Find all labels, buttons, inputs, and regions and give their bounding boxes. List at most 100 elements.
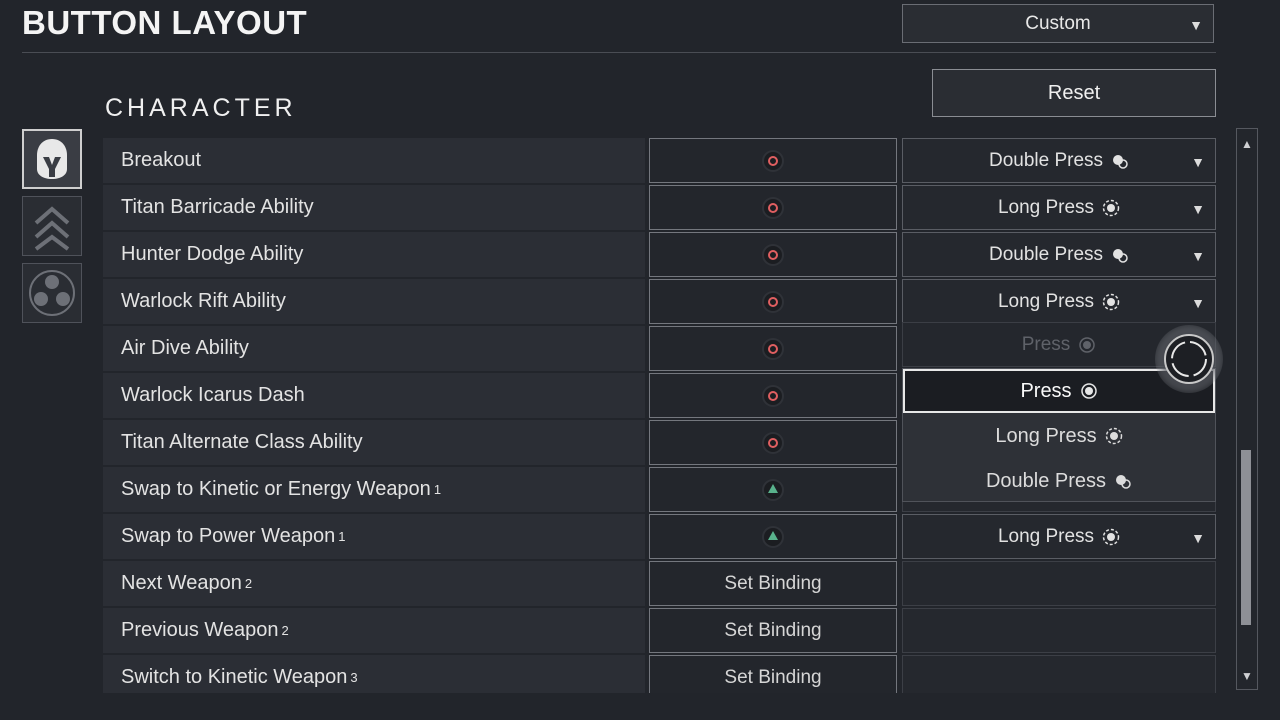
action-name: Hunter Dodge Ability	[121, 243, 304, 265]
category-tab-ranks[interactable]	[22, 196, 82, 256]
section-heading: CHARACTER	[105, 94, 297, 122]
header-divider	[22, 52, 1216, 53]
long-press-icon	[1102, 293, 1120, 310]
action-name: Warlock Rift Ability	[121, 290, 286, 312]
chevron-down-icon: ▼	[1191, 153, 1205, 170]
binding-button[interactable]	[649, 467, 897, 512]
press-type-dropdown[interactable]: Long Press ▼	[902, 279, 1216, 324]
action-name: Warlock Icarus Dash	[121, 384, 305, 406]
long-press-icon	[1102, 199, 1120, 216]
binding-row: Warlock Rift Ability Long Press ▼	[103, 279, 1218, 324]
press-type-label: Long Press	[997, 196, 1095, 218]
long-press-icon	[1102, 528, 1120, 545]
circle-button-icon	[764, 292, 782, 311]
scroll-down-icon[interactable]: ▼	[1238, 668, 1256, 684]
action-name: Next Weapon	[121, 572, 242, 594]
category-tab-character[interactable]	[22, 129, 82, 189]
action-name: Swap to Power Weapon	[121, 525, 336, 547]
footnote-marker: 1	[433, 482, 442, 497]
cursor-icon	[1155, 325, 1223, 393]
triangle-button-icon	[764, 480, 782, 499]
set-binding-label: Set Binding	[724, 666, 822, 688]
footnote-marker: 2	[244, 576, 253, 591]
binding-row: Titan Barricade Ability Long Press ▼	[103, 185, 1218, 230]
footnote-marker: 3	[350, 670, 358, 685]
circle-button-icon	[764, 245, 782, 264]
set-binding-label: Set Binding	[724, 572, 822, 594]
option-label: Press	[1020, 379, 1072, 402]
chevrons-icon	[34, 206, 70, 251]
option-label: Double Press	[985, 469, 1107, 492]
scrollbar-thumb[interactable]	[1241, 450, 1251, 625]
action-label: Hunter Dodge Ability	[103, 232, 645, 277]
binding-button[interactable]	[649, 514, 897, 559]
press-icon	[1080, 383, 1097, 399]
helmet-icon	[37, 139, 67, 179]
binding-row: Switch to Kinetic Weapon 3 Set Binding	[103, 655, 1218, 693]
action-label: Swap to Kinetic or Energy Weapon 1	[103, 467, 645, 512]
set-binding-label: Set Binding	[724, 619, 822, 641]
press-type-dropdown	[902, 655, 1216, 693]
chevron-down-icon: ▼	[1191, 529, 1205, 546]
menu-option-long-press[interactable]: Long Press	[903, 414, 1215, 458]
binding-button[interactable]	[649, 420, 897, 465]
press-type-dropdown[interactable]: Long Press ▼	[902, 514, 1216, 559]
action-label: Swap to Power Weapon 1	[103, 514, 645, 559]
press-type-dropdown[interactable]: Double Press ▼	[902, 232, 1216, 277]
menu-option-double-press[interactable]: Double Press	[903, 459, 1215, 503]
action-name: Titan Alternate Class Ability	[121, 431, 363, 453]
binding-button[interactable]	[649, 326, 897, 371]
page-title: BUTTON LAYOUT	[22, 4, 308, 41]
double-press-icon	[1113, 248, 1128, 263]
action-label: Breakout	[103, 138, 645, 183]
binding-button[interactable]: Set Binding	[649, 561, 897, 606]
action-name: Breakout	[121, 149, 202, 171]
category-tab-abilities[interactable]	[22, 263, 82, 323]
action-label: Warlock Icarus Dash	[103, 373, 645, 418]
binding-row: Swap to Power Weapon 1 Long Press ▼	[103, 514, 1218, 559]
binding-button[interactable]	[649, 373, 897, 418]
binding-button[interactable]	[649, 279, 897, 324]
press-type-label: Long Press	[997, 290, 1095, 312]
ability-circles-icon	[29, 270, 75, 316]
action-label: Previous Weapon 2	[103, 608, 645, 653]
footnote-marker: 1	[338, 529, 346, 544]
circle-button-icon	[764, 339, 782, 358]
binding-button[interactable]: Set Binding	[649, 608, 897, 653]
press-icon	[1079, 336, 1096, 353]
binding-row: Previous Weapon 2 Set Binding	[103, 608, 1218, 653]
reset-button[interactable]: Reset	[932, 69, 1216, 117]
binding-button[interactable]: Set Binding	[649, 655, 897, 693]
triangle-button-icon	[764, 527, 782, 546]
press-type-dropdown	[902, 561, 1216, 606]
press-type-label: Double Press	[988, 149, 1104, 171]
action-label: Next Weapon 2	[103, 561, 645, 606]
press-type-dropdown[interactable]: Long Press ▼	[902, 185, 1216, 230]
binding-row: Hunter Dodge Ability Double Press ▼	[103, 232, 1218, 277]
binding-row: Breakout Double Press ▼	[103, 138, 1218, 183]
chevron-down-icon: ▼	[1189, 16, 1203, 33]
binding-button[interactable]	[649, 138, 897, 183]
preset-dropdown[interactable]: Custom ▼	[902, 4, 1214, 43]
scroll-up-icon[interactable]: ▲	[1238, 136, 1256, 152]
circle-button-icon	[764, 198, 782, 217]
circle-button-icon	[764, 433, 782, 452]
preset-value: Custom	[1025, 12, 1091, 34]
binding-button[interactable]	[649, 232, 897, 277]
action-label: Air Dive Ability	[103, 326, 645, 371]
circle-button-icon	[764, 386, 782, 405]
press-type-dropdown[interactable]: Double Press ▼	[902, 138, 1216, 183]
binding-button[interactable]	[649, 185, 897, 230]
chevron-down-icon: ▼	[1191, 294, 1205, 311]
footnote-marker: 2	[281, 623, 289, 638]
press-type-dropdown	[902, 608, 1216, 653]
action-name: Air Dive Ability	[121, 337, 249, 359]
action-name: Titan Barricade Ability	[121, 196, 314, 218]
long-press-icon	[1105, 427, 1122, 445]
chevron-down-icon: ▼	[1191, 247, 1205, 264]
action-label: Titan Barricade Ability	[103, 185, 645, 230]
double-press-icon	[1116, 475, 1131, 489]
double-press-icon	[1113, 154, 1128, 169]
option-label: Long Press	[995, 424, 1097, 447]
action-name: Swap to Kinetic or Energy Weapon	[121, 478, 431, 500]
